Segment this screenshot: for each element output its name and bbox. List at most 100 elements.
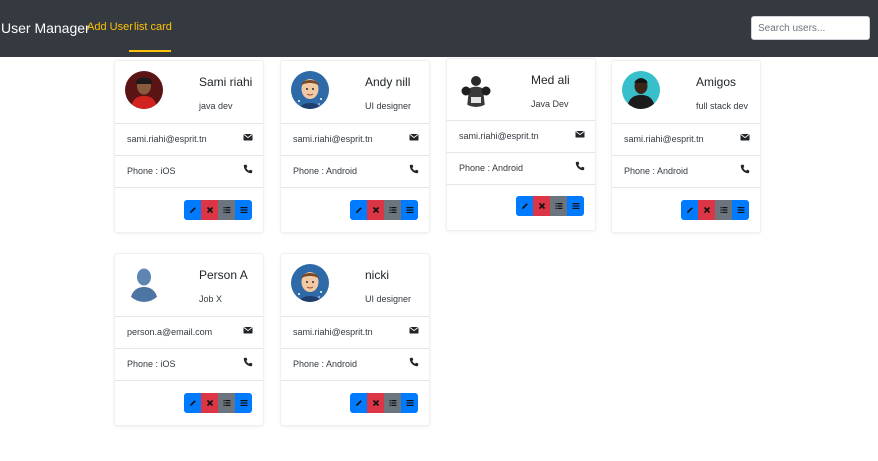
phone-row: Phone : iOS	[115, 155, 263, 187]
action-button-group	[350, 393, 418, 413]
delete-button[interactable]	[201, 393, 218, 413]
user-email: sami.riahi@esprit.tn	[293, 134, 373, 144]
bars-icon	[572, 202, 580, 210]
edit-button[interactable]	[681, 200, 698, 220]
brand-title[interactable]: User Manager	[1, 20, 90, 36]
user-card: Med ali Java Dev sami.riahi@esprit.tn Ph…	[446, 58, 596, 231]
pencil-icon	[189, 206, 197, 214]
bars-icon	[240, 206, 248, 214]
user-card: nicki UI designer sami.riahi@esprit.tn P…	[280, 253, 430, 426]
action-button-group	[350, 200, 418, 220]
phone-row: Phone : Android	[612, 155, 760, 187]
user-job: UI designer	[365, 294, 412, 304]
user-name: Amigos	[696, 75, 737, 89]
user-name: nicki	[365, 268, 390, 282]
menu-button[interactable]	[401, 393, 418, 413]
active-tab-indicator	[129, 50, 171, 52]
avatar	[622, 71, 660, 109]
times-icon	[538, 202, 546, 210]
pencil-icon	[686, 206, 694, 214]
user-phone: Phone : Android	[459, 163, 524, 173]
phone-row: Phone : Android	[281, 348, 429, 380]
user-name: Andy nill	[365, 75, 411, 89]
pencil-icon	[189, 399, 197, 407]
user-phone: Phone : Android	[624, 166, 689, 176]
list-icon	[223, 399, 231, 407]
menu-button[interactable]	[235, 393, 252, 413]
menu-button[interactable]	[401, 200, 418, 220]
user-email: sami.riahi@esprit.tn	[459, 131, 539, 141]
delete-button[interactable]	[533, 196, 550, 216]
user-email: sami.riahi@esprit.tn	[127, 134, 207, 144]
delete-button[interactable]	[367, 393, 384, 413]
menu-button[interactable]	[567, 196, 584, 216]
phone-row: Phone : iOS	[115, 348, 263, 380]
email-row: sami.riahi@esprit.tn	[281, 123, 429, 155]
envelope-icon	[409, 325, 419, 335]
phone-icon	[409, 357, 419, 367]
edit-button[interactable]	[350, 200, 367, 220]
edit-button[interactable]	[184, 393, 201, 413]
envelope-icon	[740, 132, 750, 142]
list-icon	[720, 206, 728, 214]
times-icon	[372, 399, 380, 407]
details-button[interactable]	[218, 200, 235, 220]
list-icon	[389, 206, 397, 214]
avatar	[291, 264, 329, 302]
user-job: Job X	[199, 294, 223, 304]
bars-icon	[240, 399, 248, 407]
action-button-group	[184, 200, 252, 220]
user-card: Amigos full stack dev sami.riahi@esprit.…	[611, 60, 761, 233]
delete-button[interactable]	[201, 200, 218, 220]
details-button[interactable]	[384, 200, 401, 220]
avatar	[291, 71, 329, 109]
details-button[interactable]	[218, 393, 235, 413]
phone-icon	[740, 164, 750, 174]
menu-button[interactable]	[732, 200, 749, 220]
bars-icon	[737, 206, 745, 214]
details-button[interactable]	[715, 200, 732, 220]
phone-icon	[243, 164, 253, 174]
envelope-icon	[575, 129, 585, 139]
user-card: Sami riahi java dev sami.riahi@esprit.tn…	[114, 60, 264, 233]
menu-button[interactable]	[235, 200, 252, 220]
phone-icon	[409, 164, 419, 174]
details-button[interactable]	[384, 393, 401, 413]
delete-button[interactable]	[698, 200, 715, 220]
envelope-icon	[243, 325, 253, 335]
email-row: sami.riahi@esprit.tn	[115, 123, 263, 155]
envelope-icon	[243, 132, 253, 142]
edit-button[interactable]	[350, 393, 367, 413]
user-job: Java Dev	[531, 99, 569, 109]
nav-add-user[interactable]: Add User	[87, 21, 133, 33]
search-input[interactable]	[751, 16, 870, 40]
phone-row: Phone : Android	[281, 155, 429, 187]
pencil-icon	[355, 399, 363, 407]
navbar: User Manager Add User list card	[0, 0, 878, 57]
email-row: sami.riahi@esprit.tn	[281, 316, 429, 348]
phone-icon	[575, 161, 585, 171]
email-row: person.a@email.com	[115, 316, 263, 348]
delete-button[interactable]	[367, 200, 384, 220]
edit-button[interactable]	[516, 196, 533, 216]
user-name: Med ali	[531, 73, 570, 87]
phone-row: Phone : Android	[447, 152, 595, 184]
user-name: Person A	[199, 268, 248, 282]
action-button-group	[681, 200, 749, 220]
user-name: Sami riahi	[199, 75, 253, 89]
edit-button[interactable]	[184, 200, 201, 220]
times-icon	[206, 206, 214, 214]
user-card: Andy nill UI designer sami.riahi@esprit.…	[280, 60, 430, 233]
phone-icon	[243, 357, 253, 367]
user-card: Person A Job X person.a@email.com Phone …	[114, 253, 264, 426]
user-job: full stack dev	[696, 101, 749, 111]
details-button[interactable]	[550, 196, 567, 216]
bars-icon	[406, 399, 414, 407]
pencil-icon	[355, 206, 363, 214]
user-phone: Phone : Android	[293, 166, 358, 176]
times-icon	[372, 206, 380, 214]
user-job: java dev	[199, 101, 233, 111]
action-button-group	[516, 196, 584, 216]
envelope-icon	[409, 132, 419, 142]
nav-list-card[interactable]: list card	[134, 21, 172, 33]
